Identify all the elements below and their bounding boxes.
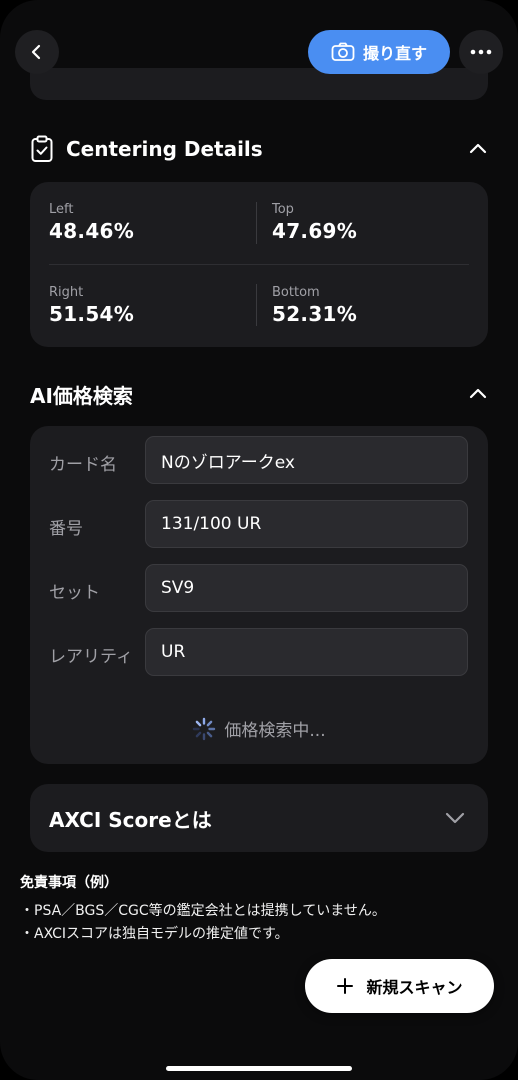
spinner-icon xyxy=(193,717,216,740)
axci-score-accordion[interactable]: AXCI Scoreとは xyxy=(30,784,488,852)
top-value: 47.69% xyxy=(272,219,358,243)
loading-text: 価格検索中... xyxy=(224,721,326,741)
chevron-up-icon xyxy=(469,388,487,399)
chevron-down-icon xyxy=(445,812,465,824)
chevron-up-icon xyxy=(469,143,487,154)
camera-icon xyxy=(331,42,355,61)
ellipsis-icon xyxy=(470,49,492,55)
card-name-input[interactable]: Nのゾロアークex xyxy=(145,436,468,484)
retake-label: 撮り直す xyxy=(362,44,427,63)
more-options-button[interactable] xyxy=(459,30,503,74)
centering-section-header[interactable]: Centering Details xyxy=(30,133,488,165)
set-label: セット xyxy=(49,583,100,603)
rarity-label: レアリティ xyxy=(49,647,133,667)
disclaimer-title: 免責事項（例） xyxy=(20,875,118,891)
vertical-divider xyxy=(256,202,257,244)
centering-card: Left 48.46% Top 47.69% Right 51.54% Bott… xyxy=(30,182,488,347)
vertical-divider xyxy=(256,284,257,326)
home-indicator xyxy=(166,1066,352,1071)
bottom-value: 52.31% xyxy=(272,302,358,326)
plus-icon xyxy=(337,978,354,994)
number-label: 番号 xyxy=(49,519,83,539)
axci-score-title: AXCI Scoreとは xyxy=(49,808,212,832)
horizontal-divider xyxy=(49,264,469,265)
bottom-label: Bottom xyxy=(272,285,320,300)
price-search-card: カード名 Nのゾロアークex 番号 131/100 UR セット SV9 レアリ… xyxy=(30,426,488,764)
retake-button[interactable]: 撮り直す xyxy=(308,30,450,74)
back-button[interactable] xyxy=(15,30,59,74)
centering-bottom: Bottom 52.31% xyxy=(272,285,357,326)
clipboard-check-icon xyxy=(31,135,53,162)
set-input[interactable]: SV9 xyxy=(145,564,468,612)
top-label: Top xyxy=(272,202,294,217)
centering-title: Centering Details xyxy=(66,137,263,161)
disclaimer-line: ・AXCIスコアは独自モデルの推定値です。 xyxy=(20,926,289,942)
disclaimer: 免責事項（例） ・PSA／BGS／CGC等の鑑定会社とは提携していません。 ・A… xyxy=(20,872,500,946)
left-value: 48.46% xyxy=(49,219,135,243)
app-screen: 撮り直す Centering Details Left 48.46% Top 4… xyxy=(0,0,518,1080)
new-scan-button[interactable]: 新規スキャン xyxy=(305,959,494,1013)
disclaimer-line: ・PSA／BGS／CGC等の鑑定会社とは提携していません。 xyxy=(20,903,386,919)
right-value: 51.54% xyxy=(49,302,135,326)
new-scan-label: 新規スキャン xyxy=(366,978,463,997)
centering-left: Left 48.46% xyxy=(49,202,134,243)
price-loading-indicator: 価格検索中... xyxy=(30,716,488,741)
price-search-section-header[interactable]: AI価格検索 xyxy=(30,378,488,410)
card-name-label: カード名 xyxy=(49,455,117,475)
number-input[interactable]: 131/100 UR xyxy=(145,500,468,548)
left-label: Left xyxy=(49,202,74,217)
centering-right: Right 51.54% xyxy=(49,285,134,326)
centering-top: Top 47.69% xyxy=(272,202,357,243)
right-label: Right xyxy=(49,285,84,300)
rarity-input[interactable]: UR xyxy=(145,628,468,676)
chevron-left-icon xyxy=(31,44,41,60)
price-search-title: AI価格検索 xyxy=(30,383,133,408)
